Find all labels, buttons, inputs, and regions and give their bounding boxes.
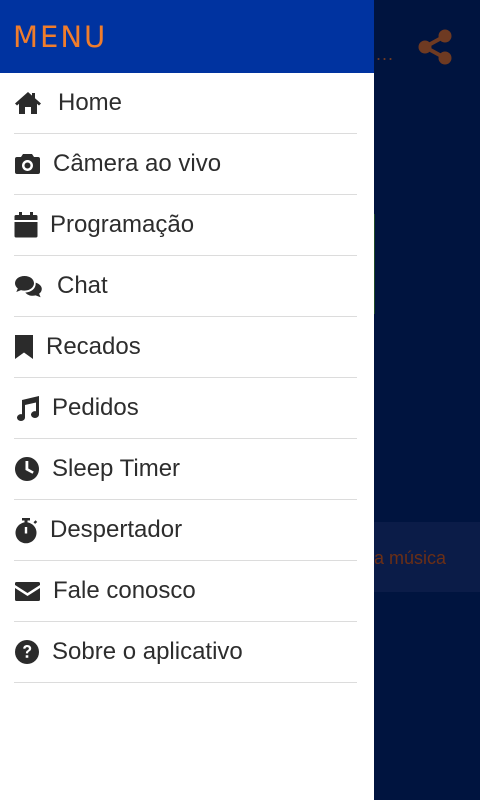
home-icon — [14, 91, 42, 115]
menu-item-about[interactable]: Sobre o aplicativo — [14, 622, 357, 683]
drawer-header: MENU — [0, 0, 374, 73]
menu-label: Sobre o aplicativo — [52, 638, 243, 665]
share-icon[interactable] — [416, 28, 454, 66]
navigation-drawer: MENU Home Câmera ao vivo Programação Cha… — [0, 0, 374, 800]
menu-label: Câmera ao vivo — [53, 150, 222, 177]
menu-label: Pedidos — [52, 394, 139, 421]
stopwatch-icon — [14, 517, 38, 544]
calendar-icon — [14, 212, 38, 238]
menu-item-home[interactable]: Home — [14, 73, 357, 134]
menu-label: Home — [58, 89, 123, 116]
drawer-menu: Home Câmera ao vivo Programação Chat Rec — [0, 73, 374, 683]
background-ellipsis: ... — [376, 44, 395, 64]
menu-item-sleep-timer[interactable]: Sleep Timer — [14, 439, 357, 500]
menu-item-chat[interactable]: Chat — [14, 256, 357, 317]
chat-icon — [14, 275, 43, 298]
menu-label: Programação — [50, 211, 195, 238]
drawer-title: MENU — [13, 19, 108, 54]
menu-item-schedule[interactable]: Programação — [14, 195, 357, 256]
menu-label: Chat — [57, 272, 108, 299]
background-song-text: a música — [374, 548, 447, 568]
bookmark-icon — [14, 334, 34, 360]
menu-item-alarm[interactable]: Despertador — [14, 500, 357, 561]
menu-label: Despertador — [50, 516, 183, 543]
envelope-icon — [14, 581, 41, 602]
menu-label: Sleep Timer — [52, 455, 181, 482]
clock-icon — [14, 456, 40, 482]
camera-icon — [14, 153, 41, 175]
menu-item-messages[interactable]: Recados — [14, 317, 357, 378]
menu-label: Recados — [46, 333, 141, 360]
menu-item-contact[interactable]: Fale conosco — [14, 561, 357, 622]
menu-label: Fale conosco — [53, 577, 196, 604]
menu-item-requests[interactable]: Pedidos — [14, 378, 357, 439]
menu-item-camera[interactable]: Câmera ao vivo — [14, 134, 357, 195]
question-circle-icon — [14, 639, 40, 665]
music-note-icon — [14, 395, 40, 421]
